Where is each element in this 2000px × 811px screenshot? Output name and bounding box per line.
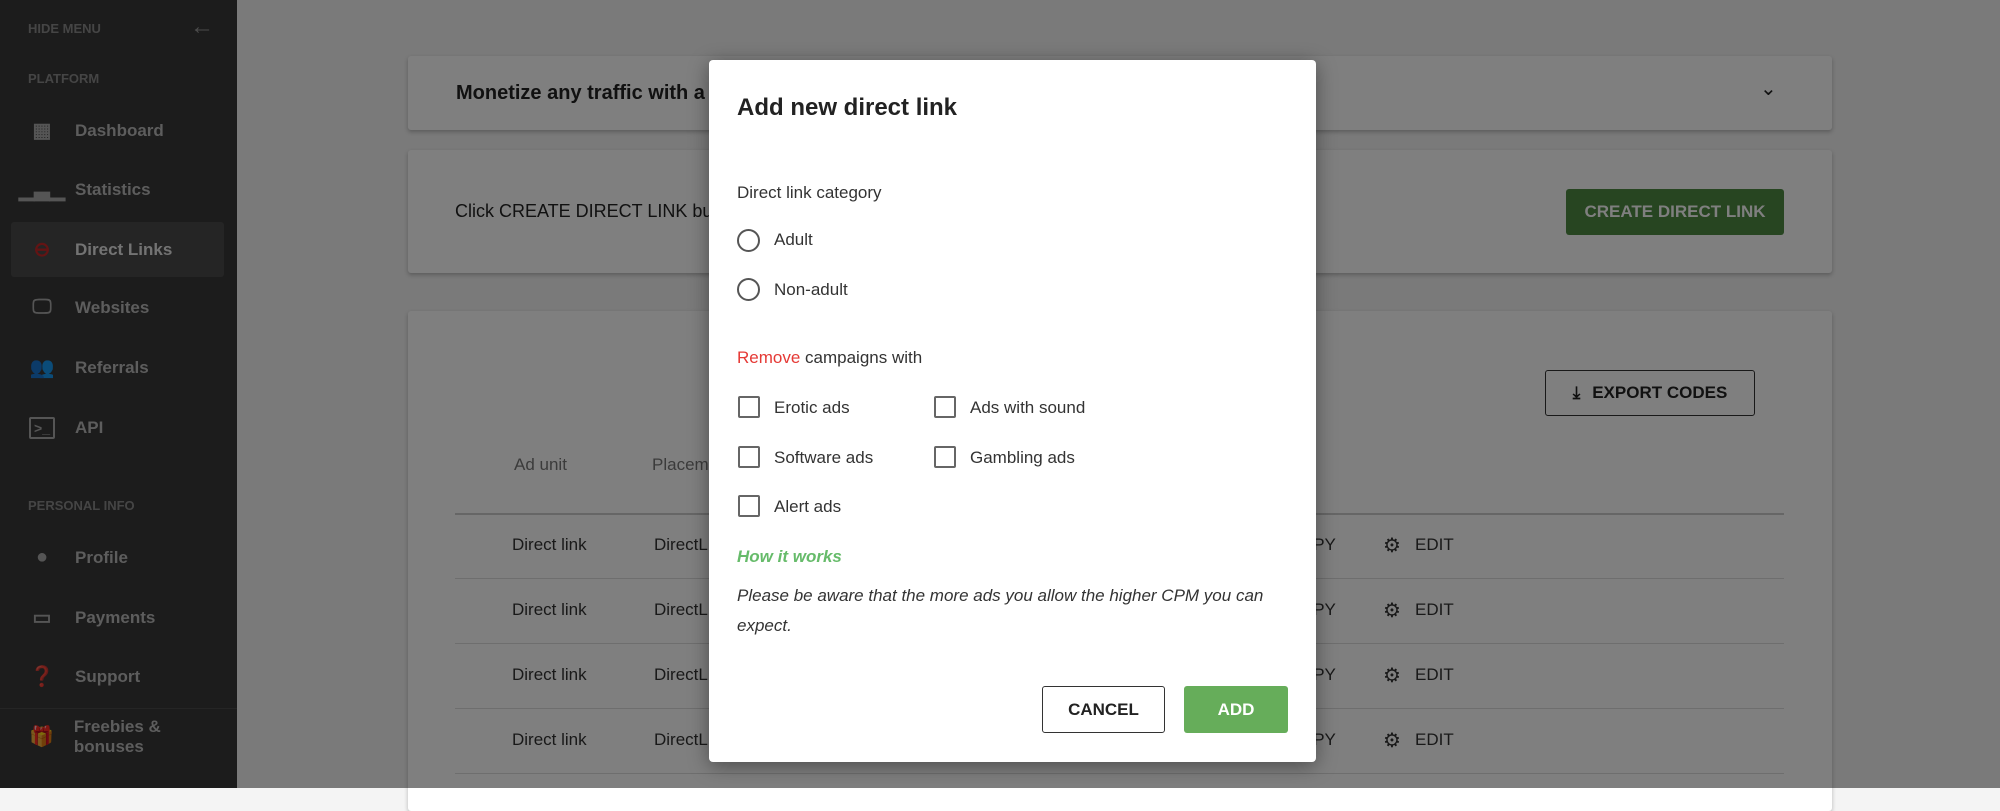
radio-adult-label[interactable]: Adult bbox=[774, 230, 813, 250]
add-button[interactable]: ADD bbox=[1184, 686, 1288, 733]
checkbox-erotic-ads-label[interactable]: Erotic ads bbox=[774, 398, 850, 418]
category-label: Direct link category bbox=[737, 183, 882, 202]
checkbox-erotic-ads[interactable] bbox=[738, 396, 760, 418]
dialog-title: Add new direct link bbox=[737, 94, 958, 121]
checkbox-software-ads-label[interactable]: Software ads bbox=[774, 448, 873, 468]
checkbox-gambling-ads[interactable] bbox=[934, 446, 956, 468]
add-direct-link-dialog: Add new direct link Direct link category… bbox=[709, 60, 1316, 762]
checkbox-ads-with-sound-label[interactable]: Ads with sound bbox=[970, 398, 1085, 418]
radio-non-adult-label[interactable]: Non-adult bbox=[774, 280, 848, 300]
radio-adult[interactable] bbox=[737, 229, 760, 252]
remove-rest: campaigns with bbox=[800, 348, 923, 367]
checkbox-alert-ads[interactable] bbox=[738, 495, 760, 517]
radio-non-adult[interactable] bbox=[737, 278, 760, 301]
checkbox-gambling-ads-label[interactable]: Gambling ads bbox=[970, 448, 1075, 468]
cancel-button[interactable]: CANCEL bbox=[1042, 686, 1165, 733]
remove-word: Remove bbox=[737, 348, 801, 367]
remove-campaigns-label: Remove campaigns with bbox=[737, 348, 922, 368]
how-it-works-link[interactable]: How it works bbox=[737, 547, 842, 567]
checkbox-software-ads[interactable] bbox=[738, 446, 760, 468]
checkbox-ads-with-sound[interactable] bbox=[934, 396, 956, 418]
checkbox-alert-ads-label[interactable]: Alert ads bbox=[774, 497, 841, 517]
cpm-note: Please be aware that the more ads you al… bbox=[737, 586, 1264, 635]
